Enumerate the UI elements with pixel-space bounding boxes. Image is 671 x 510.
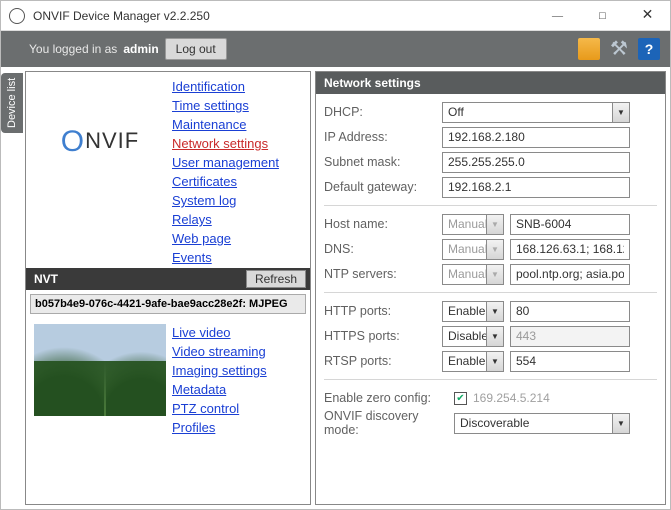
device-list-tab[interactable]: Device list xyxy=(1,73,23,133)
ntp-label: NTP servers: xyxy=(324,267,442,281)
nav-network-settings[interactable]: Network settings xyxy=(172,135,279,152)
nav-live-video[interactable]: Live video xyxy=(172,324,267,341)
nav-video-streaming[interactable]: Video streaming xyxy=(172,343,267,360)
body: Device list ONVIF Identification Time se… xyxy=(1,67,670,509)
login-prefix: You logged in as xyxy=(29,42,117,56)
nav-maintenance[interactable]: Maintenance xyxy=(172,116,279,133)
refresh-button[interactable]: Refresh xyxy=(246,270,306,288)
help-icon[interactable]: ? xyxy=(638,38,660,60)
chevron-down-icon: ▼ xyxy=(612,414,629,433)
chevron-down-icon: ▼ xyxy=(486,215,503,234)
ntp-mode-select[interactable]: Manual▼ xyxy=(442,264,504,285)
dhcp-label: DHCP: xyxy=(324,105,442,119)
nav-imaging-settings[interactable]: Imaging settings xyxy=(172,362,267,379)
dhcp-select[interactable]: Off▼ xyxy=(442,102,630,123)
http-label: HTTP ports: xyxy=(324,304,442,318)
https-mode-select[interactable]: Disable▼ xyxy=(442,326,504,347)
video-thumbnail[interactable] xyxy=(34,324,166,416)
nvt-label: NVT xyxy=(34,272,58,286)
discovery-label: ONVIF discovery mode: xyxy=(324,409,454,437)
nav-certificates[interactable]: Certificates xyxy=(172,173,279,190)
ip-input[interactable] xyxy=(442,127,630,148)
nav-user-management[interactable]: User management xyxy=(172,154,279,171)
gw-label: Default gateway: xyxy=(324,180,442,194)
logout-button[interactable]: Log out xyxy=(165,38,227,60)
titlebar: ONVIF Device Manager v2.2.250 — □ ✕ xyxy=(1,1,670,31)
media-nav-links: Live video Video streaming Imaging setti… xyxy=(172,324,267,436)
device-panel: ONVIF Identification Time settings Maint… xyxy=(25,71,311,505)
chevron-down-icon: ▼ xyxy=(612,103,629,122)
nav-ptz-control[interactable]: PTZ control xyxy=(172,400,267,417)
close-button[interactable]: ✕ xyxy=(625,1,670,31)
nav-events[interactable]: Events xyxy=(172,249,279,266)
host-input[interactable] xyxy=(510,214,630,235)
mask-label: Subnet mask: xyxy=(324,155,442,169)
dns-mode-select[interactable]: Manual▼ xyxy=(442,239,504,260)
minimize-button[interactable]: — xyxy=(535,1,580,31)
mask-input[interactable] xyxy=(442,152,630,173)
zero-checkbox[interactable]: ✔ xyxy=(454,392,467,405)
chevron-down-icon: ▼ xyxy=(486,302,503,321)
zero-ip: 169.254.5.214 xyxy=(473,391,550,405)
dns-label: DNS: xyxy=(324,242,442,256)
folder-icon[interactable] xyxy=(578,38,600,60)
chevron-down-icon: ▼ xyxy=(486,327,503,346)
dns-input[interactable] xyxy=(510,239,630,260)
app-icon xyxy=(9,8,25,24)
rtsp-port-input[interactable] xyxy=(510,351,630,372)
device-nav-links: Identification Time settings Maintenance… xyxy=(172,78,279,266)
chevron-down-icon: ▼ xyxy=(486,352,503,371)
settings-header: Network settings xyxy=(316,72,665,94)
host-label: Host name: xyxy=(324,217,442,231)
nav-web-page[interactable]: Web page xyxy=(172,230,279,247)
zero-label: Enable zero config: xyxy=(324,391,454,405)
nvt-bar: NVT Refresh xyxy=(26,268,310,290)
host-mode-select[interactable]: Manual▼ xyxy=(442,214,504,235)
nav-metadata[interactable]: Metadata xyxy=(172,381,267,398)
maximize-button[interactable]: □ xyxy=(580,1,625,31)
nav-system-log[interactable]: System log xyxy=(172,192,279,209)
http-mode-select[interactable]: Enable▼ xyxy=(442,301,504,322)
ntp-input[interactable] xyxy=(510,264,630,285)
ip-label: IP Address: xyxy=(324,130,442,144)
auth-bar: You logged in as admin Log out ⚒ ? xyxy=(1,31,670,67)
nav-profiles[interactable]: Profiles xyxy=(172,419,267,436)
nav-relays[interactable]: Relays xyxy=(172,211,279,228)
nav-time-settings[interactable]: Time settings xyxy=(172,97,279,114)
settings-panel: Network settings DHCP: Off▼ IP Address: … xyxy=(315,71,666,505)
chevron-down-icon: ▼ xyxy=(486,240,503,259)
https-label: HTTPS ports: xyxy=(324,329,442,343)
settings-icon[interactable]: ⚒ xyxy=(608,38,630,60)
https-port-input xyxy=(510,326,630,347)
onvif-logo: ONVIF xyxy=(34,78,166,206)
http-port-input[interactable] xyxy=(510,301,630,322)
chevron-down-icon: ▼ xyxy=(486,265,503,284)
app-window: ONVIF Device Manager v2.2.250 — □ ✕ You … xyxy=(0,0,671,510)
gw-input[interactable] xyxy=(442,177,630,198)
rtsp-mode-select[interactable]: Enable▼ xyxy=(442,351,504,372)
window-title: ONVIF Device Manager v2.2.250 xyxy=(33,9,535,23)
nav-identification[interactable]: Identification xyxy=(172,78,279,95)
login-user: admin xyxy=(123,42,158,56)
device-profile-id[interactable]: b057b4e9-076c-4421-9afe-bae9acc28e2f: MJ… xyxy=(30,294,306,314)
rtsp-label: RTSP ports: xyxy=(324,354,442,368)
discovery-select[interactable]: Discoverable▼ xyxy=(454,413,630,434)
